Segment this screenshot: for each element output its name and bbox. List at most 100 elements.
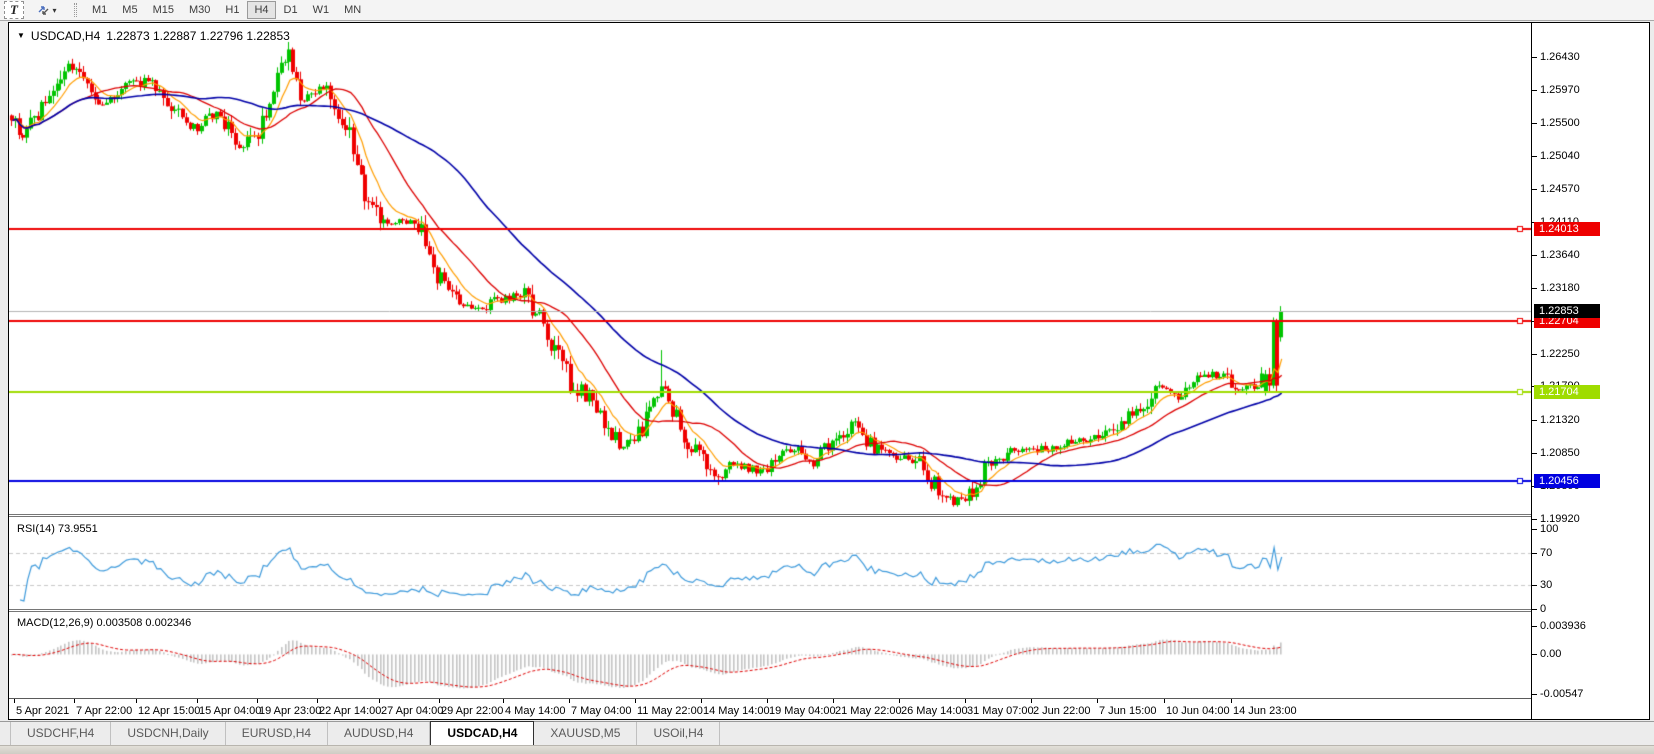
axis-tick-mark: [1532, 453, 1537, 454]
price-axis[interactable]: 1.264301.259701.255001.250401.245701.241…: [1531, 23, 1649, 719]
chart-tab-bar: USDCHF,H4USDCNH,DailyEURUSD,H4AUDUSD,H4U…: [0, 721, 1654, 745]
chart-tab-usdchf[interactable]: USDCHF,H4: [10, 722, 111, 745]
timeframe-button-h4[interactable]: H4: [247, 1, 275, 19]
chart-tab-usoil[interactable]: USOil,H4: [637, 722, 720, 745]
current-price-badge: 1.22853: [1534, 304, 1600, 318]
axis-tick-mark: [1532, 553, 1537, 554]
axis-tick-mark: [1532, 519, 1537, 520]
chart-title: ▼ USDCAD,H4 1.22873 1.22887 1.22796 1.22…: [17, 29, 290, 43]
time-tick-mark: [257, 699, 258, 703]
chart-tab-xauusd[interactable]: XAUUSD,M5: [534, 722, 637, 745]
timeframe-button-m5[interactable]: M5: [115, 1, 144, 19]
time-tick-mark: [569, 699, 570, 703]
price-tick-label: 1.25500: [1540, 117, 1580, 129]
price-tick-label: 1.21320: [1540, 414, 1580, 426]
time-tick-mark: [379, 699, 380, 703]
time-tick-mark: [439, 699, 440, 703]
time-tick-label: 29 Apr 22:00: [441, 705, 503, 717]
chart-tab-usdcad[interactable]: USDCAD,H4: [430, 721, 534, 745]
chart-tab-audusd[interactable]: AUDUSD,H4: [328, 722, 430, 745]
rsi-label: RSI(14) 73.9551: [17, 523, 98, 535]
time-tick-label: 21 May 22:00: [835, 705, 902, 717]
chart-tab-usdcnh[interactable]: USDCNH,Daily: [111, 722, 225, 745]
time-tick-label: 19 May 04:00: [769, 705, 836, 717]
price-chart-canvas[interactable]: [9, 23, 1531, 514]
time-tick-mark: [317, 699, 318, 703]
price-tick-label: 1.22250: [1540, 348, 1580, 360]
axis-tick-mark: [1532, 626, 1537, 627]
price-tick-label: 1.24570: [1540, 183, 1580, 195]
axis-tick-mark: [1532, 90, 1537, 91]
time-tick-mark: [1097, 699, 1098, 703]
axis-tick-mark: [1532, 654, 1537, 655]
time-tick-mark: [197, 699, 198, 703]
chart-ohlc-quotes: 1.22873 1.22887 1.22796 1.22853: [106, 29, 290, 43]
price-tick-label: 1.26430: [1540, 51, 1580, 63]
price-line-badge: 1.24013: [1534, 222, 1600, 236]
time-tick-mark: [767, 699, 768, 703]
time-tick-mark: [503, 699, 504, 703]
price-tick-label: 1.23180: [1540, 282, 1580, 294]
time-tick-label: 12 Apr 15:00: [138, 705, 200, 717]
axis-tick-mark: [1532, 529, 1537, 530]
axis-tick-mark: [1532, 420, 1537, 421]
mt4-window: T ▾ M1M5M15M30H1H4D1W1MN ▼ USDCAD,H4 1.2…: [0, 0, 1654, 754]
macd-canvas[interactable]: [9, 612, 1531, 698]
macd-tick-label: 0.003936: [1540, 620, 1586, 632]
time-tick-label: 4 May 14:00: [505, 705, 566, 717]
price-line-badge: 1.20456: [1534, 474, 1600, 488]
timeframe-button-mn[interactable]: MN: [337, 1, 368, 19]
axis-tick-mark: [1532, 189, 1537, 190]
axis-tick-mark: [1532, 57, 1537, 58]
time-tick-label: 26 May 14:00: [901, 705, 968, 717]
axis-tick-mark: [1532, 255, 1537, 256]
time-tick-mark: [701, 699, 702, 703]
chart-symbol-period: USDCAD,H4: [31, 29, 100, 43]
chart-tab-eurusd[interactable]: EURUSD,H4: [226, 722, 328, 745]
time-axis[interactable]: 5 Apr 20217 Apr 22:0012 Apr 15:0015 Apr …: [9, 698, 1531, 719]
timeframe-button-m15[interactable]: M15: [146, 1, 181, 19]
macd-label: MACD(12,26,9) 0.003508 0.002346: [17, 617, 191, 629]
collapse-triangle-icon: ▼: [17, 31, 25, 40]
time-tick-label: 2 Jun 22:00: [1033, 705, 1091, 717]
rsi-tick-label: 30: [1540, 579, 1552, 591]
price-tick-label: 1.20850: [1540, 447, 1580, 459]
macd-tick-label: -0.00547: [1540, 688, 1583, 700]
time-tick-mark: [899, 699, 900, 703]
rsi-tick-label: 70: [1540, 547, 1552, 559]
axis-tick-mark: [1532, 123, 1537, 124]
toolbar-grip: [74, 3, 77, 17]
status-bar: [0, 745, 1654, 754]
text-tool-button[interactable]: T: [4, 1, 24, 19]
axis-tick-mark: [1532, 585, 1537, 586]
time-tick-label: 7 Apr 22:00: [76, 705, 132, 717]
time-tick-label: 14 Jun 23:00: [1233, 705, 1297, 717]
rsi-tick-label: 0: [1540, 603, 1546, 615]
time-tick-label: 19 Apr 23:00: [259, 705, 321, 717]
rsi-canvas[interactable]: [9, 517, 1531, 609]
timeframe-button-d1[interactable]: D1: [277, 1, 305, 19]
timeframe-button-m1[interactable]: M1: [85, 1, 114, 19]
time-tick-label: 7 Jun 15:00: [1099, 705, 1157, 717]
price-tick-label: 1.25040: [1540, 150, 1580, 162]
time-tick-label: 14 May 14:00: [703, 705, 770, 717]
time-tick-label: 11 May 22:00: [637, 705, 703, 717]
axis-tick-mark: [1532, 609, 1537, 610]
arrows-icon: [37, 4, 50, 17]
price-line-badge: 1.21704: [1534, 385, 1600, 399]
timeframe-button-w1[interactable]: W1: [306, 1, 337, 19]
rsi-tick-label: 100: [1540, 523, 1558, 535]
arrows-tool-button[interactable]: ▾: [30, 1, 64, 19]
price-tick-label: 1.23640: [1540, 249, 1580, 261]
time-tick-mark: [833, 699, 834, 703]
time-tick-label: 5 Apr 2021: [16, 705, 69, 717]
time-tick-label: 7 May 04:00: [571, 705, 632, 717]
time-tick-mark: [14, 699, 15, 703]
chevron-down-icon: ▾: [52, 6, 56, 15]
axis-tick-mark: [1532, 694, 1537, 695]
chart-window: ▼ USDCAD,H4 1.22873 1.22887 1.22796 1.22…: [8, 22, 1650, 720]
time-tick-mark: [1031, 699, 1032, 703]
timeframe-button-h1[interactable]: H1: [218, 1, 246, 19]
timeframe-button-m30[interactable]: M30: [182, 1, 217, 19]
time-tick-mark: [1164, 699, 1165, 703]
